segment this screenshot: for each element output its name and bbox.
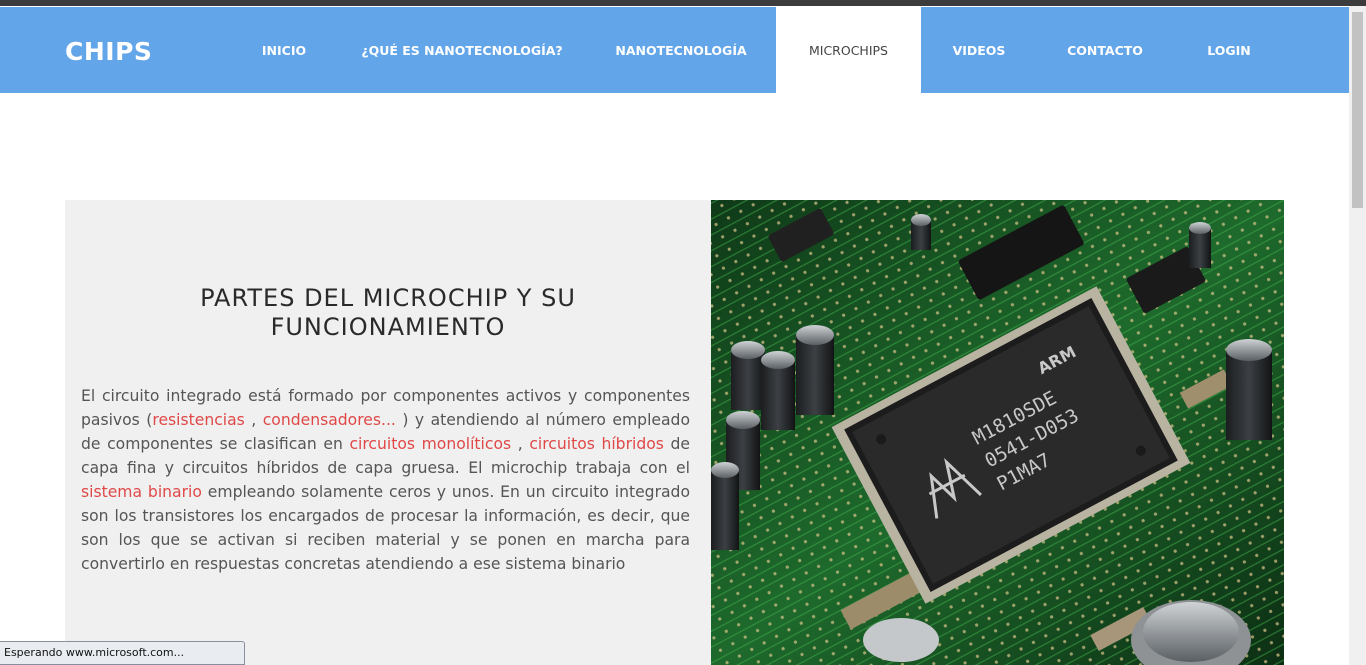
nav-item-que-es-nanotecnologia[interactable]: ¿QUÉ ES NANOTECNOLOGÍA? <box>352 7 572 93</box>
section-title-line1: PARTES DEL MICROCHIP Y SU <box>200 284 576 312</box>
vertical-scrollbar[interactable] <box>1349 6 1366 665</box>
link-sistema-binario[interactable]: sistema binario <box>81 483 202 501</box>
nav-item-videos[interactable]: VIDEOS <box>934 7 1024 93</box>
content-panel: PARTES DEL MICROCHIP Y SU FUNCIONAMIENTO… <box>65 200 711 665</box>
section-paragraph: El circuito integrado está formado por c… <box>81 384 690 576</box>
section-title-line2: FUNCIONAMIENTO <box>270 313 506 341</box>
nav-item-inicio[interactable]: INICIO <box>240 7 328 93</box>
nav-item-microchips[interactable]: MICROCHIPS <box>776 7 921 93</box>
microchip-photo: ARM M1810SDE 0541-D053 P1MA7 <box>711 200 1284 665</box>
link-circuitos-hibridos[interactable]: circuitos híbridos <box>529 435 664 453</box>
brand-logo[interactable]: CHIPS <box>65 37 152 66</box>
browser-status-bar: Esperando www.microsoft.com... <box>0 641 245 665</box>
scrollbar-thumb[interactable] <box>1352 12 1363 208</box>
section-title: PARTES DEL MICROCHIP Y SU FUNCIONAMIENTO <box>65 284 711 342</box>
link-circuitos-monoliticos[interactable]: circuitos monolíticos <box>349 435 511 453</box>
navbar: CHIPS INICIO ¿QUÉ ES NANOTECNOLOGÍA? NAN… <box>0 7 1349 93</box>
link-resistencias[interactable]: resistencias <box>152 411 244 429</box>
nav-item-login[interactable]: LOGIN <box>1190 7 1268 93</box>
nav-item-contacto[interactable]: CONTACTO <box>1050 7 1160 93</box>
link-condensadores[interactable]: condensadores... <box>263 411 396 429</box>
nav-item-nanotecnologia[interactable]: NANOTECNOLOGÍA <box>596 7 766 93</box>
page-viewport: CHIPS INICIO ¿QUÉ ES NANOTECNOLOGÍA? NAN… <box>0 6 1349 665</box>
paragraph-text: , <box>511 435 530 453</box>
paragraph-text: , <box>244 411 263 429</box>
